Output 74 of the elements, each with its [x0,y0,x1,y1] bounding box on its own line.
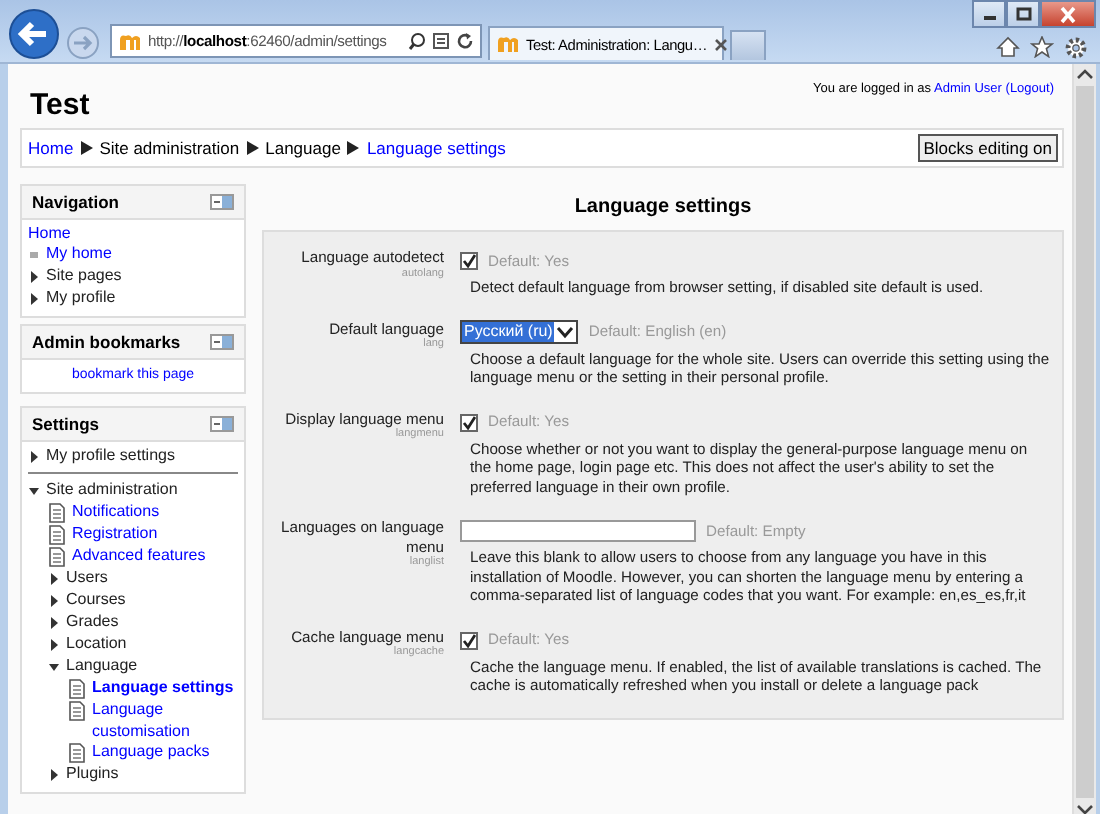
maximize-button[interactable] [1006,0,1040,28]
tree-item[interactable]: My profile [46,288,116,310]
collapsed-arrow-icon[interactable] [48,568,60,591]
tree-link[interactable]: Language packs [92,742,210,764]
dock-icon[interactable] [210,334,234,351]
checkbox[interactable] [460,252,478,270]
language-dropdown[interactable]: Русский (ru) [460,320,579,344]
breadcrumb-item: Language [265,138,341,158]
page-icon [48,502,66,525]
refresh-icon[interactable] [456,32,474,50]
tree-link[interactable]: Language settings [92,678,234,700]
block-title: Settings [32,414,100,435]
separator-arrow-icon [346,140,361,156]
collapsed-arrow-icon[interactable] [48,764,60,787]
page-heading: Language settings [572,194,754,222]
tree-link[interactable]: Registration [72,524,158,546]
checkmark-icon [462,633,476,647]
checkmark-icon [462,415,476,429]
collapsed-arrow-icon[interactable] [28,266,40,289]
tree-item[interactable]: Language [66,656,138,678]
home-icon[interactable] [996,36,1020,58]
collapsed-arrow-icon[interactable] [48,590,60,613]
collapsed-arrow-icon[interactable] [48,612,60,635]
site-title: Test [30,88,90,122]
collapsed-arrow-icon[interactable] [28,446,40,469]
page-icon [48,546,66,569]
close-button[interactable] [1040,0,1096,28]
close-icon[interactable] [713,37,728,51]
text-field[interactable] [460,520,696,542]
tree-item[interactable]: Site pages [46,266,122,288]
minimize-button[interactable] [972,0,1006,28]
blocks-editing-button[interactable]: Blocks editing on [917,134,1058,162]
scrollbar-thumb[interactable] [1076,86,1094,798]
collapsed-arrow-icon[interactable] [28,288,40,311]
tree-link[interactable]: Advanced features [72,546,206,568]
block-title: Admin bookmarks [32,332,181,353]
tree-item[interactable]: Plugins [66,764,119,786]
page-icon [68,742,86,765]
close-icon [1058,5,1078,23]
moodle-logo-icon [118,31,142,51]
tree-item[interactable]: Grades [66,612,119,634]
settings-icon[interactable] [1064,36,1088,60]
back-button[interactable] [8,8,60,60]
page-icon [68,700,86,723]
dock-icon[interactable] [210,416,234,433]
tree-item[interactable]: Users [66,568,108,590]
scroll-up-icon[interactable] [1076,68,1094,80]
search-icon[interactable] [408,32,426,50]
page-icon[interactable] [432,32,450,50]
tree-item[interactable]: Site administration [46,480,178,502]
moodle-logo-icon [496,34,520,54]
checkbox[interactable] [460,631,478,649]
breadcrumb-link[interactable]: Language settings [366,138,506,158]
scroll-down-icon[interactable] [1076,804,1094,814]
block-title: Navigation [32,192,119,212]
tree-link[interactable]: Notifications [72,502,160,524]
breadcrumb-link[interactable]: Home [28,138,74,158]
tree-item[interactable]: Courses [66,590,126,612]
nav-link[interactable]: Home [28,224,71,245]
separator-arrow-icon [79,140,94,156]
page-icon [68,678,86,701]
checkbox[interactable] [460,413,478,431]
tree-item[interactable]: Location [66,634,127,656]
collapsed-arrow-icon[interactable] [48,634,60,657]
tree-item[interactable]: My profile settings [46,446,175,468]
nav-link[interactable]: My home [46,244,112,266]
maximize-icon [1013,5,1033,23]
dock-icon[interactable] [210,194,234,210]
checkmark-icon [462,254,476,268]
favorites-star-icon[interactable] [1030,36,1054,58]
page-icon [48,524,66,547]
tree-link[interactable]: Language customisation [92,700,238,743]
separator-arrow-icon [245,140,260,156]
breadcrumb-item: Site administration [99,138,240,158]
